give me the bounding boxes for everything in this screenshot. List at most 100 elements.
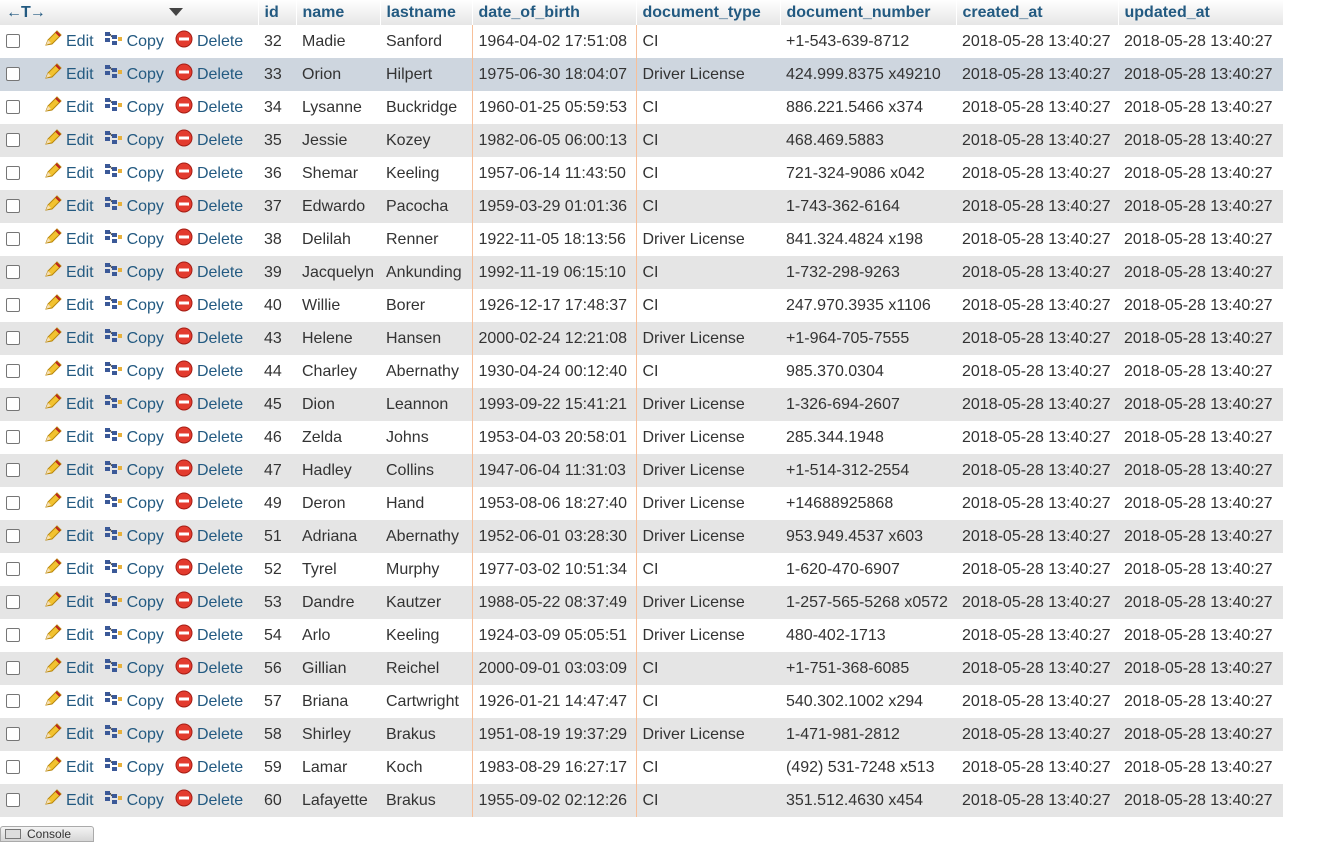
edit-link[interactable]: Edit bbox=[43, 723, 94, 746]
row-checkbox[interactable] bbox=[6, 100, 20, 115]
delete-link[interactable]: Delete bbox=[174, 294, 243, 317]
row-checkbox-cell[interactable] bbox=[0, 58, 37, 91]
copy-link[interactable]: Copy bbox=[104, 162, 164, 185]
edit-link[interactable]: Edit bbox=[43, 294, 94, 317]
delete-link[interactable]: Delete bbox=[174, 195, 243, 218]
table-row[interactable]: Edit Copy Delete 37 Edwardo Pacocha 1959-03-29… bbox=[0, 190, 1283, 223]
row-checkbox[interactable] bbox=[6, 67, 20, 82]
delete-link[interactable]: Delete bbox=[174, 360, 243, 383]
table-row[interactable]: Edit Copy Delete 56 Gillian Reichel 2000-09-01… bbox=[0, 652, 1283, 685]
table-row[interactable]: Edit Copy Delete 45 Dion Leannon 1993-09-22 15… bbox=[0, 388, 1283, 421]
copy-link[interactable]: Copy bbox=[104, 30, 164, 53]
copy-link[interactable]: Copy bbox=[104, 690, 164, 713]
row-checkbox-cell[interactable] bbox=[0, 454, 37, 487]
row-checkbox-cell[interactable] bbox=[0, 256, 37, 289]
column-header-document-number[interactable]: document_number bbox=[780, 0, 957, 25]
delete-link[interactable]: Delete bbox=[174, 228, 243, 251]
edit-link[interactable]: Edit bbox=[43, 426, 94, 449]
edit-link[interactable]: Edit bbox=[43, 558, 94, 581]
edit-link[interactable]: Edit bbox=[43, 327, 94, 350]
row-checkbox[interactable] bbox=[6, 496, 20, 511]
delete-link[interactable]: Delete bbox=[174, 789, 243, 812]
row-checkbox-cell[interactable] bbox=[0, 91, 37, 124]
column-header-id[interactable]: id bbox=[258, 0, 297, 25]
table-row[interactable]: Edit Copy Delete 52 Tyrel Murphy 1977-03-02 10… bbox=[0, 553, 1283, 586]
row-checkbox[interactable] bbox=[6, 133, 20, 148]
copy-link[interactable]: Copy bbox=[104, 426, 164, 449]
row-checkbox-cell[interactable] bbox=[0, 685, 37, 718]
delete-link[interactable]: Delete bbox=[174, 30, 243, 53]
delete-link[interactable]: Delete bbox=[174, 723, 243, 746]
column-header-name[interactable]: name bbox=[296, 0, 381, 25]
delete-link[interactable]: Delete bbox=[174, 624, 243, 647]
delete-link[interactable]: Delete bbox=[174, 63, 243, 86]
row-checkbox[interactable] bbox=[6, 760, 20, 775]
row-checkbox-cell[interactable] bbox=[0, 322, 37, 355]
row-checkbox[interactable] bbox=[6, 232, 20, 247]
column-header-updated-at[interactable]: updated_at bbox=[1118, 0, 1284, 25]
row-checkbox-cell[interactable] bbox=[0, 751, 37, 784]
edit-link[interactable]: Edit bbox=[43, 624, 94, 647]
row-checkbox-cell[interactable] bbox=[0, 289, 37, 322]
row-checkbox[interactable] bbox=[6, 166, 20, 181]
chevron-down-icon[interactable] bbox=[169, 8, 184, 17]
table-row[interactable]: Edit Copy Delete 34 Lysanne Buckridge 1960-01-… bbox=[0, 91, 1283, 124]
copy-link[interactable]: Copy bbox=[104, 360, 164, 383]
copy-link[interactable]: Copy bbox=[104, 624, 164, 647]
row-checkbox-cell[interactable] bbox=[0, 190, 37, 223]
row-checkbox-cell[interactable] bbox=[0, 487, 37, 520]
edit-link[interactable]: Edit bbox=[43, 657, 94, 680]
row-checkbox-cell[interactable] bbox=[0, 421, 37, 454]
column-move-arrows[interactable]: ←T→ bbox=[6, 4, 46, 21]
column-header-document-type[interactable]: document_type bbox=[636, 0, 781, 25]
column-header-created-at[interactable]: created_at bbox=[956, 0, 1119, 25]
row-checkbox-cell[interactable] bbox=[0, 520, 37, 553]
copy-link[interactable]: Copy bbox=[104, 294, 164, 317]
copy-link[interactable]: Copy bbox=[104, 459, 164, 482]
row-checkbox-cell[interactable] bbox=[0, 388, 37, 421]
copy-link[interactable]: Copy bbox=[104, 558, 164, 581]
row-checkbox-cell[interactable] bbox=[0, 25, 37, 58]
row-checkbox[interactable] bbox=[6, 34, 20, 49]
edit-link[interactable]: Edit bbox=[43, 30, 94, 53]
copy-link[interactable]: Copy bbox=[104, 789, 164, 812]
table-row[interactable]: Edit Copy Delete 53 Dandre Kautzer 1988-05-22 … bbox=[0, 586, 1283, 619]
edit-link[interactable]: Edit bbox=[43, 129, 94, 152]
delete-link[interactable]: Delete bbox=[174, 261, 243, 284]
copy-link[interactable]: Copy bbox=[104, 129, 164, 152]
row-checkbox-cell[interactable] bbox=[0, 586, 37, 619]
copy-link[interactable]: Copy bbox=[104, 96, 164, 119]
row-checkbox-cell[interactable] bbox=[0, 619, 37, 652]
delete-link[interactable]: Delete bbox=[174, 393, 243, 416]
row-checkbox[interactable] bbox=[6, 727, 20, 742]
table-row[interactable]: Edit Copy Delete 60 Lafayette Brakus 1955-09-0… bbox=[0, 784, 1283, 817]
row-checkbox[interactable] bbox=[6, 661, 20, 676]
edit-link[interactable]: Edit bbox=[43, 690, 94, 713]
delete-link[interactable]: Delete bbox=[174, 426, 243, 449]
table-row[interactable]: Edit Copy Delete 38 Delilah Renner 1922-11-05 … bbox=[0, 223, 1283, 256]
delete-link[interactable]: Delete bbox=[174, 129, 243, 152]
table-row[interactable]: Edit Copy Delete 32 Madie Sanford 1964-04-02 1… bbox=[0, 25, 1283, 58]
copy-link[interactable]: Copy bbox=[104, 261, 164, 284]
row-checkbox[interactable] bbox=[6, 463, 20, 478]
row-checkbox[interactable] bbox=[6, 529, 20, 544]
edit-link[interactable]: Edit bbox=[43, 789, 94, 812]
row-checkbox[interactable] bbox=[6, 793, 20, 808]
edit-link[interactable]: Edit bbox=[43, 459, 94, 482]
copy-link[interactable]: Copy bbox=[104, 195, 164, 218]
table-row[interactable]: Edit Copy Delete 35 Jessie Kozey 1982-06-05 06… bbox=[0, 124, 1283, 157]
column-header-date-of-birth[interactable]: date_of_birth bbox=[471, 0, 637, 25]
row-checkbox-cell[interactable] bbox=[0, 124, 37, 157]
edit-link[interactable]: Edit bbox=[43, 393, 94, 416]
row-checkbox[interactable] bbox=[6, 430, 20, 445]
table-row[interactable]: Edit Copy Delete 59 Lamar Koch 1983-08-29 16:2… bbox=[0, 751, 1283, 784]
delete-link[interactable]: Delete bbox=[174, 492, 243, 515]
edit-link[interactable]: Edit bbox=[43, 591, 94, 614]
table-row[interactable]: Edit Copy Delete 54 Arlo Keeling 1924-03-09 05… bbox=[0, 619, 1283, 652]
row-checkbox[interactable] bbox=[6, 397, 20, 412]
table-row[interactable]: Edit Copy Delete 58 Shirley Brakus 1951-08-19 … bbox=[0, 718, 1283, 751]
delete-link[interactable]: Delete bbox=[174, 162, 243, 185]
console-tab[interactable]: Console bbox=[0, 826, 94, 842]
table-row[interactable]: Edit Copy Delete 39 Jacquelyn Ankunding 1992-1… bbox=[0, 256, 1283, 289]
table-row[interactable]: Edit Copy Delete 57 Briana Cartwright 1926-01-… bbox=[0, 685, 1283, 718]
